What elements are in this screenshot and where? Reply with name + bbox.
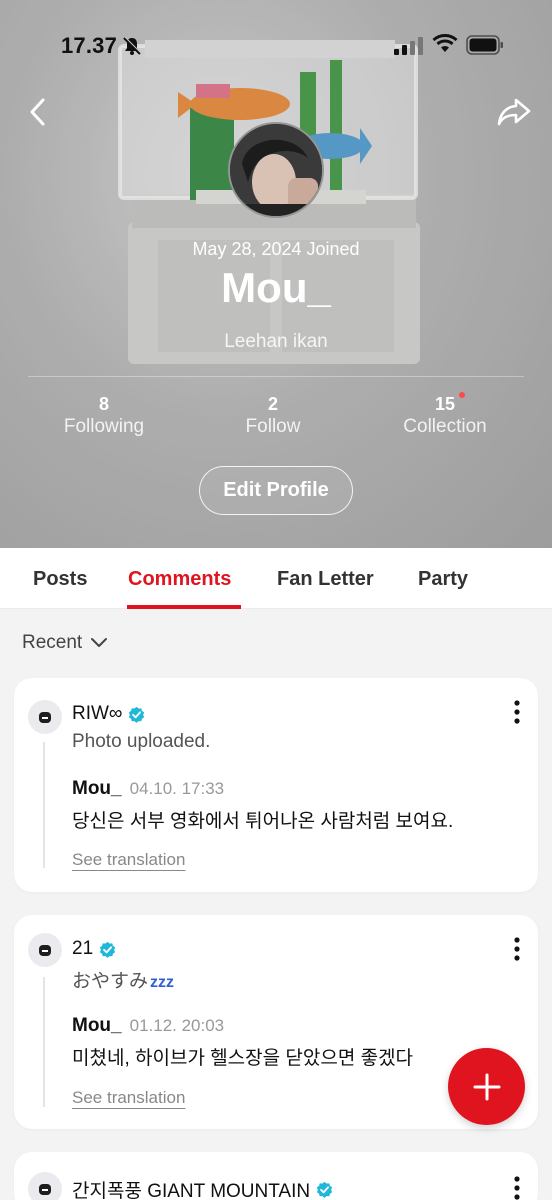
comment-author[interactable]: 21 xyxy=(72,938,116,960)
thread-line xyxy=(43,742,45,868)
create-button[interactable] xyxy=(448,1048,525,1125)
tab-party[interactable]: Party xyxy=(418,568,468,591)
joined-date: May 28, 2024 Joined xyxy=(192,239,360,259)
share-icon[interactable] xyxy=(496,96,532,128)
plus-icon xyxy=(473,1073,500,1100)
avatar[interactable] xyxy=(28,1172,62,1200)
tab-fan-letter[interactable]: Fan Letter xyxy=(277,568,374,591)
comment-card[interactable]: 간지폭풍 GIANT MOUNTAIN xyxy=(14,1152,538,1200)
profile-bio: Leehan ikan xyxy=(224,331,328,352)
sort-label: Recent xyxy=(22,632,83,653)
back-button[interactable] xyxy=(24,96,56,128)
comment-author[interactable]: 간지폭풍 GIANT MOUNTAIN xyxy=(72,1176,333,1200)
avatar[interactable] xyxy=(28,933,62,967)
post-text: Photo uploaded. xyxy=(72,731,211,752)
zzz-emoji: zzz xyxy=(150,974,175,991)
stat-following[interactable]: 8 Following xyxy=(29,394,179,438)
user-placeholder-icon xyxy=(39,712,51,723)
verified-icon xyxy=(129,706,145,723)
reply-header: Mou_ 01.12. 20:03 xyxy=(72,1015,224,1037)
user-placeholder-icon xyxy=(39,1184,51,1195)
profile-header: 17.37 May 28, 2024 Joined Mou_ Leehan ik… xyxy=(0,0,552,548)
active-tab-indicator xyxy=(127,605,241,609)
comment-author[interactable]: RIW∞ xyxy=(72,703,145,725)
tab-posts[interactable]: Posts xyxy=(33,568,87,591)
profile-avatar[interactable] xyxy=(228,122,324,218)
reply-text: 당신은 서부 영화에서 튀어나온 사람처럼 보여요. xyxy=(72,811,454,832)
reply-timestamp: 04.10. 17:33 xyxy=(129,779,225,798)
battery-icon xyxy=(466,35,503,55)
stat-collection[interactable]: 15 Collection xyxy=(370,394,520,438)
new-badge-dot xyxy=(459,392,465,398)
stat-value: 2 xyxy=(267,394,278,414)
reply-header: Mou_ 04.10. 17:33 xyxy=(72,778,224,800)
user-placeholder-icon xyxy=(39,945,51,956)
stat-value: 15 xyxy=(434,394,456,414)
avatar[interactable] xyxy=(28,700,62,734)
reply-timestamp: 01.12. 20:03 xyxy=(129,1016,225,1035)
stat-label: Follow xyxy=(245,416,301,437)
more-options-icon[interactable] xyxy=(510,937,524,961)
post-text-content: おやすみ xyxy=(72,971,149,992)
signal-icon xyxy=(394,37,423,55)
stat-label: Following xyxy=(63,416,145,437)
verified-icon xyxy=(316,1181,333,1198)
bell-muted-icon xyxy=(123,36,142,55)
thread-line xyxy=(43,977,45,1107)
profile-tabs: Posts Comments Fan Letter Party xyxy=(0,548,552,609)
status-bar: 17.37 xyxy=(0,0,552,90)
stat-label: Collection xyxy=(403,416,487,437)
profile-username: Mou_ xyxy=(221,264,331,311)
see-translation-link[interactable]: See translation xyxy=(72,850,185,870)
stat-value: 8 xyxy=(98,394,109,414)
comment-card[interactable]: RIW∞ Photo uploaded. Mou_ 04.10. 17:33 당신… xyxy=(14,678,538,892)
sort-dropdown[interactable]: Recent xyxy=(22,632,108,654)
tab-comments[interactable]: Comments xyxy=(128,568,231,591)
wifi-icon xyxy=(432,34,458,52)
more-options-icon[interactable] xyxy=(510,700,524,724)
author-name: 간지폭풍 GIANT MOUNTAIN xyxy=(72,1181,311,1200)
verified-icon xyxy=(99,941,116,958)
chevron-down-icon xyxy=(91,638,108,647)
author-name: 21 xyxy=(72,938,94,959)
status-time: 17.37 xyxy=(61,33,118,58)
reply-author[interactable]: Mou_ xyxy=(72,1015,122,1036)
header-divider xyxy=(28,376,524,377)
see-translation-link[interactable]: See translation xyxy=(72,1088,185,1108)
more-options-icon[interactable] xyxy=(510,1176,524,1200)
reply-author[interactable]: Mou_ xyxy=(72,778,122,799)
author-name: RIW∞ xyxy=(72,703,123,724)
post-text: おやすみ zzz xyxy=(72,966,174,993)
reply-text: 미쳤네, 하이브가 헬스장을 닫았으면 좋겠다 xyxy=(72,1048,414,1069)
edit-profile-button[interactable]: Edit Profile xyxy=(199,466,353,515)
stat-follow[interactable]: 2 Follow xyxy=(198,394,348,438)
